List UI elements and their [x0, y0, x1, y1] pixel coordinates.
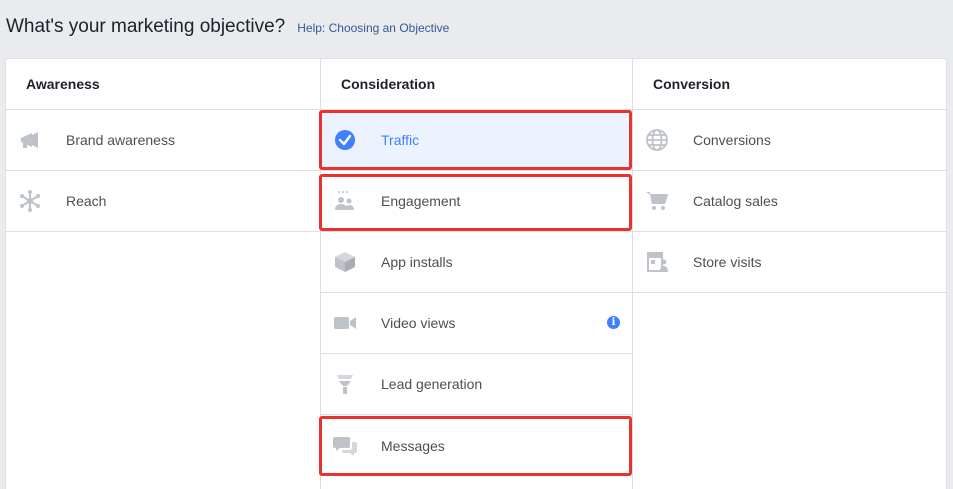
store-icon — [645, 250, 669, 274]
objective-panel: Awareness Brand awareness Reach Consider… — [5, 58, 948, 489]
megaphone-icon — [18, 128, 42, 152]
globe-icon — [645, 128, 669, 152]
info-icon[interactable]: i — [607, 316, 620, 329]
objective-label: Conversions — [693, 132, 771, 148]
objective-label: Catalog sales — [693, 193, 778, 209]
people-icon — [333, 189, 357, 213]
funnel-icon — [333, 372, 357, 396]
objective-label: Brand awareness — [66, 132, 175, 148]
column-header-consideration: Consideration — [321, 59, 632, 110]
objective-label: Video views — [381, 315, 456, 331]
objective-lead-generation[interactable]: Lead generation — [321, 354, 632, 415]
page-title: What's your marketing objective? — [6, 16, 286, 37]
box-icon — [333, 250, 357, 274]
objective-conversions[interactable]: Conversions — [633, 110, 948, 171]
checkmark-circle-icon — [333, 128, 357, 152]
objective-label: Reach — [66, 193, 107, 209]
objective-store-visits[interactable]: Store visits — [633, 232, 948, 293]
objective-label: Lead generation — [381, 376, 483, 392]
objective-reach[interactable]: Reach — [6, 171, 320, 232]
header: What's your marketing objective? Help: C… — [6, 16, 449, 38]
objective-label: Store visits — [693, 254, 762, 270]
help-link[interactable]: Help: Choosing an Objective — [297, 21, 449, 35]
awareness-column: Awareness Brand awareness Reach — [6, 59, 320, 489]
objective-label: Traffic — [381, 132, 420, 148]
reach-icon — [18, 189, 42, 213]
consideration-column: Consideration Traffic Engagement App ins… — [320, 59, 633, 489]
objective-label: App installs — [381, 254, 453, 270]
shopping-cart-icon — [645, 189, 669, 213]
column-header-awareness: Awareness — [6, 59, 320, 110]
objective-label: Messages — [381, 437, 445, 454]
objective-traffic[interactable]: Traffic — [321, 110, 632, 171]
objective-engagement[interactable]: Engagement — [321, 171, 632, 232]
objective-video-views[interactable]: Video views i — [321, 293, 632, 354]
objective-messages[interactable]: Messages — [321, 415, 632, 476]
objective-app-installs[interactable]: App installs — [321, 232, 632, 293]
objective-label: Engagement — [381, 193, 461, 209]
column-header-conversion: Conversion — [633, 59, 948, 110]
conversion-column: Conversion Conversions Catalog sales Sto… — [633, 59, 948, 489]
objective-catalog-sales[interactable]: Catalog sales — [633, 171, 948, 232]
video-camera-icon — [333, 311, 357, 335]
chat-bubbles-icon — [333, 434, 357, 458]
objective-brand-awareness[interactable]: Brand awareness — [6, 110, 320, 171]
